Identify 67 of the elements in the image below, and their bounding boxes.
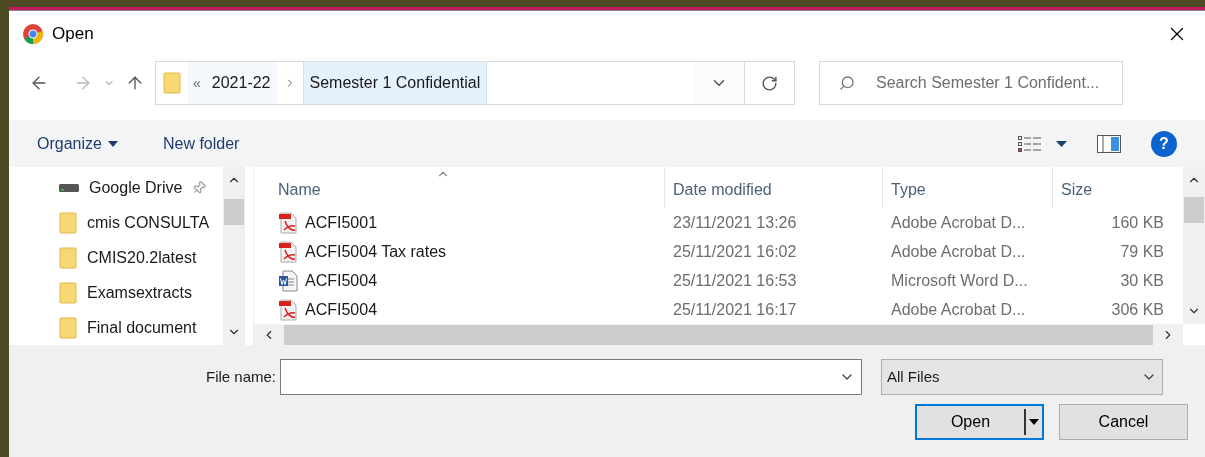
date-cell-text: 25/11/2021 16:02	[672, 241, 798, 262]
sidebar-item[interactable]: CMIS20.2latest	[59, 240, 223, 276]
size-cell-text: 160 KB	[1110, 212, 1164, 233]
drive-icon	[59, 183, 79, 194]
overflow-chevron[interactable]: «	[188, 62, 206, 104]
breadcrumb[interactable]: 2021-22	[205, 62, 277, 104]
caret-icon	[1056, 140, 1067, 147]
browser-logo-icon	[22, 22, 44, 45]
caret-icon	[1029, 419, 1039, 425]
file-name-label: File name:	[206, 366, 277, 387]
size-cell-text: 79 KB	[1119, 241, 1164, 262]
pdf-file-icon	[278, 298, 298, 321]
type-cell-text: Adobe Acrobat D...	[890, 241, 1027, 262]
file-name-field[interactable]	[280, 359, 863, 395]
scrollbar-thumb[interactable]	[1184, 197, 1204, 223]
new-folder-button[interactable]: New folder	[162, 131, 240, 156]
word-file-icon	[278, 269, 298, 292]
preview-pane-icon	[1097, 134, 1121, 153]
file-row[interactable]: ACFI5004 Tax rates 25/11/2021 16:02 Adobe Acrobat D... 79 KB	[254, 237, 1183, 266]
file-row[interactable]: ACFI5004 25/11/2021 16:53 Microsoft Word D... 30 KB	[254, 266, 1183, 295]
sidebar-item[interactable]: Google Drive	[59, 171, 223, 206]
file-name: ACFI5004 Tax rates	[305, 241, 447, 262]
type-cell-text: Adobe Acrobat D...	[890, 212, 1027, 233]
file-name: ACFI5001	[305, 212, 378, 233]
list-view-icon	[1018, 135, 1042, 152]
breadcrumb[interactable]: Semester 1 Confidential	[302, 62, 488, 104]
scrollbar-thumb[interactable]	[224, 199, 244, 225]
date-cell-text: 25/11/2021 16:17	[672, 299, 798, 320]
date-cell-text: 25/11/2021 16:53	[672, 270, 798, 291]
folder-icon	[59, 281, 77, 304]
search-icon	[839, 75, 855, 91]
pdf-file-icon	[278, 240, 298, 263]
file-name: ACFI5004	[305, 299, 378, 320]
window-title: Open	[52, 22, 94, 45]
vertical-scrollbar[interactable]	[223, 167, 245, 345]
date-cell-text: 23/11/2021 13:26	[672, 212, 798, 233]
column-header[interactable]: Name	[254, 167, 664, 208]
file-name: ACFI5004	[305, 270, 378, 291]
refresh-icon	[761, 74, 778, 92]
column-header[interactable]: Date modified	[664, 167, 882, 208]
folder-icon	[59, 247, 77, 269]
file-row[interactable]: ACFI5004 25/11/2021 16:17 Adobe Acrobat D... 306 KB	[254, 295, 1183, 324]
caret-icon	[107, 140, 118, 147]
size-cell-text: 306 KB	[1110, 299, 1164, 320]
column-header[interactable]: Size	[1052, 167, 1172, 208]
vertical-scrollbar[interactable]	[1183, 167, 1205, 324]
search-field[interactable]: Search Semester 1 Confident...	[819, 61, 1123, 105]
file-type-dropdown[interactable]: All Files	[881, 359, 1164, 395]
file-row[interactable]: ACFI5001 23/11/2021 13:26 Adobe Acrobat D... 160 KB	[254, 208, 1183, 237]
help-button[interactable]: ?	[1151, 130, 1177, 157]
folder-icon	[59, 212, 77, 235]
folder-icon	[59, 316, 77, 339]
sidebar-item[interactable]: Examsextracts	[59, 275, 223, 311]
open-button[interactable]: Open	[915, 404, 1044, 440]
sidebar-item[interactable]: cmis CONSULTA	[59, 205, 223, 241]
preview-pane-button[interactable]	[1097, 134, 1121, 153]
cancel-button[interactable]: Cancel	[1059, 404, 1188, 440]
size-cell-text: 30 KB	[1119, 270, 1164, 291]
view-options-button[interactable]	[1018, 135, 1067, 152]
pdf-file-icon	[278, 211, 298, 234]
address-bar[interactable]: « 2021-22 Semester 1 Confidential	[155, 61, 795, 105]
organize-menu-button[interactable]: Organize	[37, 131, 118, 156]
type-cell-text: Adobe Acrobat D...	[890, 299, 1027, 320]
folder-icon	[163, 72, 181, 94]
sidebar-item[interactable]: Final document	[59, 310, 223, 345]
type-cell-text: Microsoft Word D...	[890, 270, 1029, 291]
column-header[interactable]: Type	[882, 167, 1052, 208]
